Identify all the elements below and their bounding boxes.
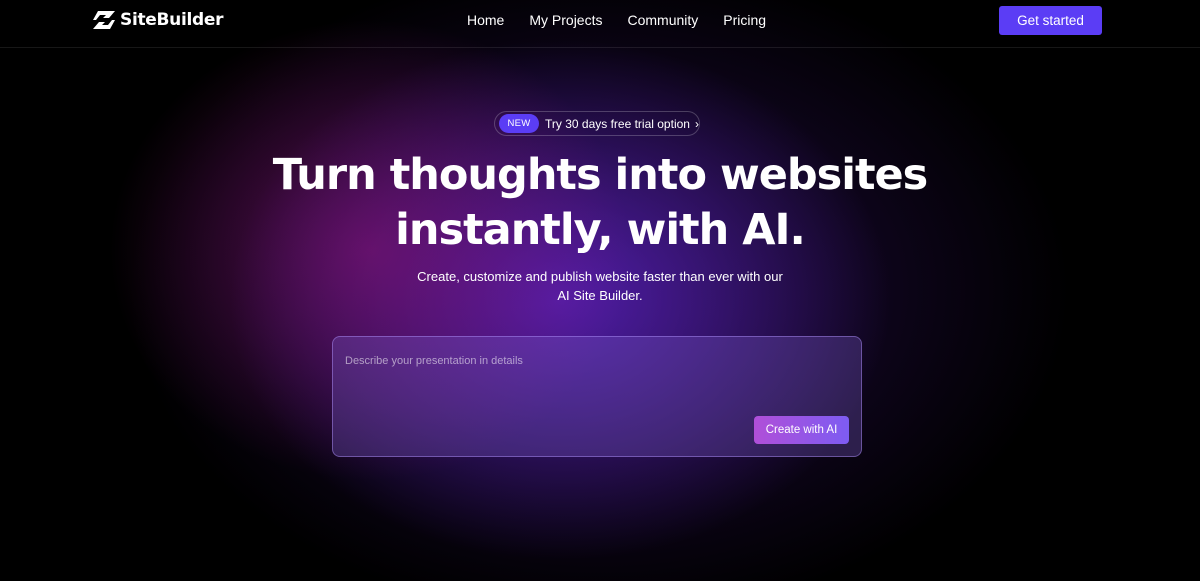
- nav-link-home[interactable]: Home: [467, 12, 504, 28]
- bolt-logo-icon: [93, 11, 115, 29]
- subtitle-line-1: Create, customize and publish website fa…: [417, 269, 783, 284]
- prompt-input[interactable]: [345, 351, 745, 371]
- nav-link-my-projects[interactable]: My Projects: [529, 12, 602, 28]
- main-nav: Home My Projects Community Pricing: [467, 12, 766, 28]
- hero-headline: Turn thoughts into websites instantly, w…: [0, 148, 1200, 258]
- get-started-button[interactable]: Get started: [999, 6, 1102, 35]
- nav-link-community[interactable]: Community: [627, 12, 698, 28]
- new-badge: NEW: [499, 114, 539, 133]
- top-navbar: SiteBuilder Home My Projects Community P…: [0, 0, 1200, 48]
- headline-line-1: Turn thoughts into websites: [272, 150, 929, 200]
- nav-link-pricing[interactable]: Pricing: [723, 12, 766, 28]
- subtitle-line-2: AI Site Builder.: [557, 288, 643, 303]
- prompt-box: Create with AI: [332, 336, 862, 457]
- create-with-ai-button[interactable]: Create with AI: [754, 416, 849, 444]
- announcement-pill[interactable]: NEW Try 30 days free trial option ›: [494, 111, 700, 136]
- brand-logo[interactable]: SiteBuilder: [93, 9, 224, 31]
- chevron-right-icon: ›: [694, 116, 699, 131]
- headline-line-2: instantly, with AI.: [395, 205, 806, 255]
- brand-name: SiteBuilder: [120, 10, 224, 30]
- hero-subtitle: Create, customize and publish website fa…: [0, 267, 1200, 305]
- announcement-text: Try 30 days free trial option: [545, 116, 690, 131]
